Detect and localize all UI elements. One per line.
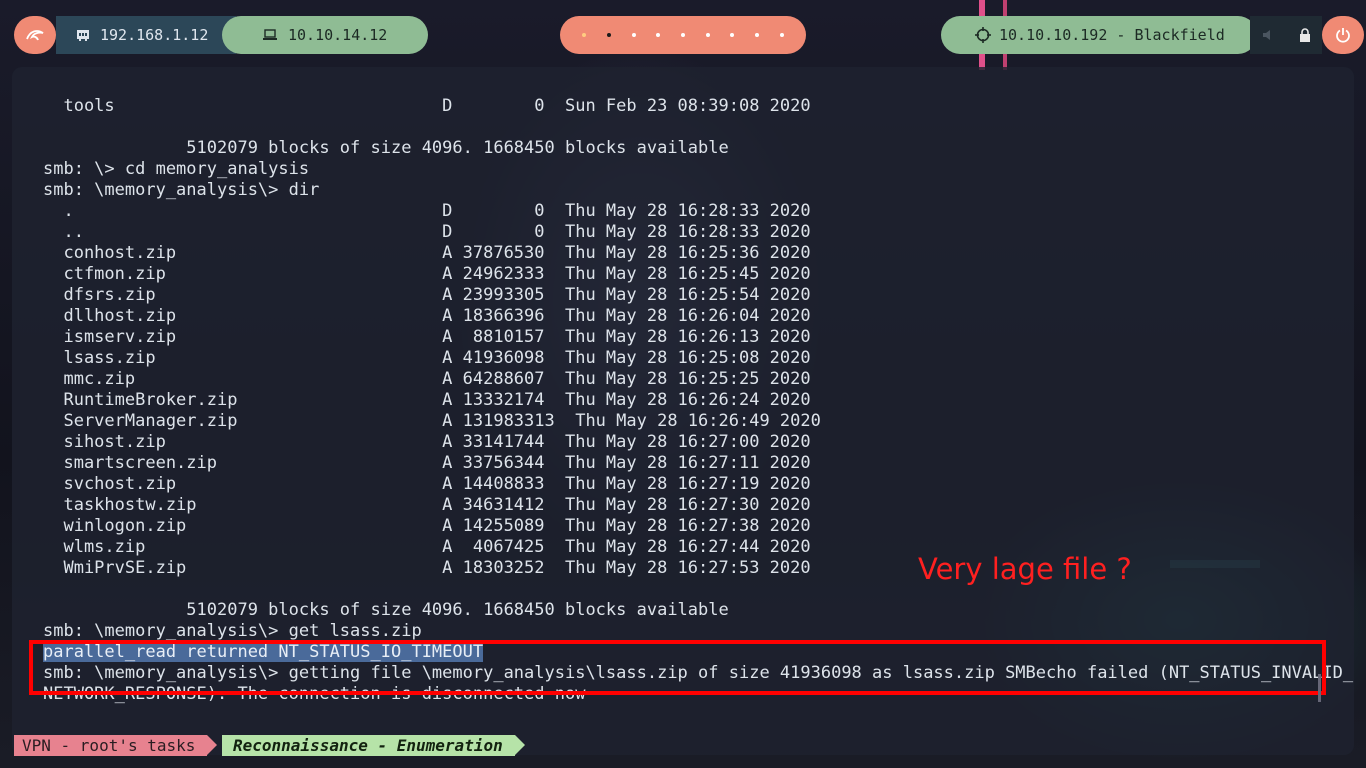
vpn-ip-text: 10.10.14.12 <box>288 26 388 44</box>
annotation-text: Very lage file ? <box>918 552 1132 586</box>
terminal-line: taskhostw.zip A 34631412 Thu May 28 16:2… <box>43 495 811 515</box>
terminal-line: dfsrs.zip A 23993305 Thu May 28 16:25:54… <box>43 285 811 305</box>
terminal-line: . D 0 Thu May 28 16:28:33 2020 <box>43 201 811 221</box>
workspace-dot[interactable] <box>779 33 784 37</box>
workspace-dot[interactable] <box>631 33 636 37</box>
crosshair-icon <box>975 27 991 43</box>
vpn-ip-widget[interactable]: 10.10.14.12 <box>222 16 428 54</box>
terminal-line: smb: \memory_analysis\> dir <box>43 180 320 200</box>
terminal-line: ctfmon.zip A 24962333 Thu May 28 16:25:4… <box>43 264 811 284</box>
terminal-line: 5102079 blocks of size 4096. 1668450 blo… <box>43 600 729 620</box>
tmux-session-label[interactable]: VPN - root's tasks <box>14 735 218 756</box>
terminal-line: dllhost.zip A 18366396 Thu May 28 16:26:… <box>43 306 811 326</box>
terminal-line: smb: \memory_analysis\> get lsass.zip <box>43 621 422 641</box>
host-ip-widget[interactable]: 192.168.1.12 <box>56 16 236 54</box>
terminal-line: WmiPrvSE.zip A 18303252 Thu May 28 16:27… <box>43 558 811 578</box>
terminal-line: svchost.zip A 14408833 Thu May 28 16:27:… <box>43 474 811 494</box>
terminal-line: ServerManager.zip A 131983313 Thu May 28… <box>43 411 821 431</box>
terminal-line: wlms.zip A 4067425 Thu May 28 16:27:44 2… <box>43 537 811 557</box>
terminal-line: RuntimeBroker.zip A 13332174 Thu May 28 … <box>43 390 811 410</box>
terminal-line: smb: \> cd memory_analysis <box>43 159 310 179</box>
terminal-line: .. D 0 Thu May 28 16:28:33 2020 <box>43 222 811 242</box>
error-highlight-box <box>29 640 1326 695</box>
terminal-line: conhost.zip A 37876530 Thu May 28 16:25:… <box>43 243 811 263</box>
host-ip-text: 192.168.1.12 <box>100 26 209 44</box>
network-card-icon <box>77 30 89 41</box>
lock-icon[interactable] <box>1299 28 1311 42</box>
terminal-line: lsass.zip A 41936098 Thu May 28 16:25:08… <box>43 348 811 368</box>
kali-dragon-icon <box>26 30 44 41</box>
terminal-line: ismserv.zip A 8810157 Thu May 28 16:26:1… <box>43 327 811 347</box>
laptop-icon <box>263 29 277 40</box>
terminal-line: tools D 0 Sun Feb 23 08:39:08 2020 <box>43 96 811 116</box>
terminal-line: mmc.zip A 64288607 Thu May 28 16:25:25 2… <box>43 369 811 389</box>
power-icon <box>1336 28 1350 43</box>
kali-menu-button[interactable] <box>14 16 56 54</box>
terminal-line: winlogon.zip A 14255089 Thu May 28 16:27… <box>43 516 811 536</box>
workspace-dot[interactable] <box>754 33 759 37</box>
workspace-dot[interactable] <box>656 33 661 37</box>
power-button[interactable] <box>1322 16 1364 54</box>
target-widget[interactable]: 10.10.10.192 - Blackfield <box>941 16 1257 54</box>
workspace-switcher[interactable] <box>560 16 806 54</box>
workspace-dot[interactable] <box>705 33 710 37</box>
terminal-line: sihost.zip A 33141744 Thu May 28 16:27:0… <box>43 432 811 452</box>
workspace-dot-active[interactable] <box>606 33 611 37</box>
tmux-window-tab[interactable]: Reconnaissance - Enumeration <box>222 735 525 756</box>
tray[interactable] <box>1250 16 1322 54</box>
target-text: 10.10.10.192 - Blackfield <box>999 26 1225 44</box>
workspace-dot[interactable] <box>680 33 685 37</box>
workspace-dot[interactable] <box>730 33 735 37</box>
volume-muted-icon[interactable] <box>1262 28 1276 42</box>
terminal-scrollbar[interactable] <box>1318 674 1321 702</box>
terminal-line: smartscreen.zip A 33756344 Thu May 28 16… <box>43 453 811 473</box>
terminal-line: 5102079 blocks of size 4096. 1668450 blo… <box>43 138 729 158</box>
workspace-dot[interactable] <box>582 33 587 37</box>
